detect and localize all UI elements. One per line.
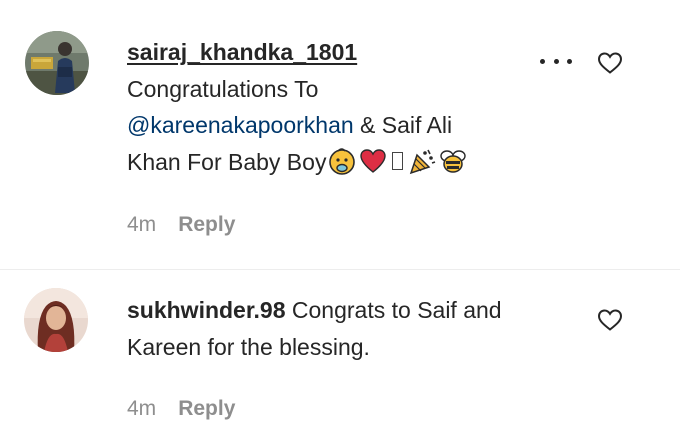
comment-username[interactable]: sairaj_khandka_1801 <box>127 39 357 65</box>
comment-timestamp[interactable]: 4m <box>127 397 156 420</box>
comment-text: sukhwinder.98 Congrats to Saif and Karee… <box>127 292 567 365</box>
reply-button[interactable]: Reply <box>178 397 235 420</box>
comment-text: sairaj_khandka_1801 Congratulations To @… <box>127 34 567 180</box>
comment-item: sukhwinder.98 Congrats to Saif and Karee… <box>0 270 680 433</box>
comment-item: sairaj_khandka_1801 Congratulations To @… <box>0 0 680 270</box>
mention-link[interactable]: @kareenakapoorkhan <box>127 112 354 138</box>
comment-meta: 4m Reply <box>127 397 235 421</box>
comment-body-line3: Khan For Baby Boy <box>127 148 327 175</box>
avatar[interactable] <box>24 288 88 352</box>
comment-timestamp[interactable]: 4m <box>127 213 156 236</box>
bee-icon <box>439 147 467 175</box>
missing-glyph-icon <box>392 151 404 170</box>
comment-meta: 4m Reply <box>127 213 235 237</box>
reply-button[interactable]: Reply <box>178 213 235 236</box>
comment-body-line1: Congratulations To <box>127 75 319 102</box>
more-options-icon[interactable] <box>540 54 572 68</box>
emoji-group <box>328 147 467 175</box>
baby-face-icon <box>328 147 356 175</box>
comment-body-line2: & Saif Ali <box>353 112 453 138</box>
party-popper-icon <box>408 147 436 175</box>
red-heart-icon <box>359 147 387 175</box>
comment-username[interactable]: sukhwinder.98 <box>127 297 286 323</box>
like-heart-icon[interactable] <box>597 308 623 332</box>
like-heart-icon[interactable] <box>597 51 623 75</box>
avatar[interactable] <box>25 31 89 95</box>
